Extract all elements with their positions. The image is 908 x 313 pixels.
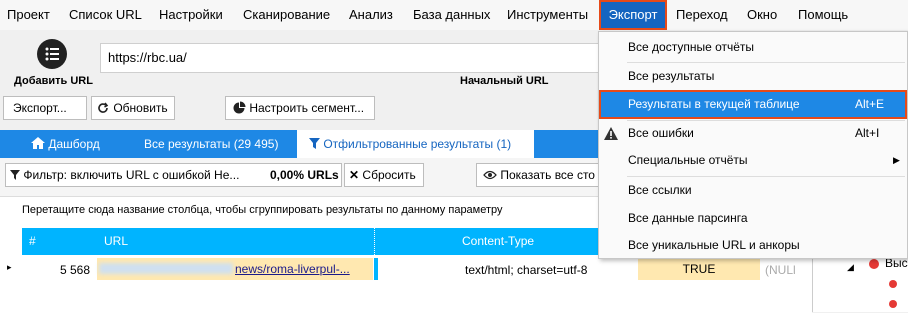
col-header-content-type[interactable]: Content-Type xyxy=(462,228,534,255)
eye-icon xyxy=(483,170,497,180)
filter-icon xyxy=(309,138,320,149)
grid-header: # URL Content-Type xyxy=(22,228,598,255)
menu-database[interactable]: База данных xyxy=(413,0,490,30)
menu-item-label: Все доступные отчёты xyxy=(628,40,755,54)
menu-item-label: Все ссылки xyxy=(628,183,692,197)
menu-item-all-links[interactable]: Все ссылки xyxy=(599,177,907,204)
reset-button[interactable]: ✕ Сбросить xyxy=(344,163,424,187)
menu-window[interactable]: Окно xyxy=(747,0,777,30)
start-url-input[interactable]: https://rbc.ua/ xyxy=(100,43,600,73)
error-dot-icon xyxy=(889,300,897,308)
export-menu: Все доступные отчёты Все результаты Резу… xyxy=(598,31,908,259)
filter-label: Фильтр: включить URL с ошибкой Не... xyxy=(23,168,240,182)
add-url-button[interactable] xyxy=(37,39,67,69)
filter-dropdown[interactable]: Фильтр: включить URL с ошибкой Не... 0,0… xyxy=(5,163,342,187)
refresh-button-label: Обновить xyxy=(113,101,168,115)
column-resize-handle[interactable] xyxy=(374,228,377,255)
menu-help[interactable]: Помощь xyxy=(798,0,848,30)
close-icon: ✕ xyxy=(349,168,360,182)
refresh-icon xyxy=(98,102,109,113)
menu-item-shortcut: Alt+E xyxy=(855,97,885,111)
menu-item-label: Все ошибки xyxy=(628,126,694,140)
col-header-num[interactable]: # xyxy=(29,228,36,255)
menu-item-current-table[interactable]: Результаты в текущей таблице Alt+E xyxy=(599,90,907,119)
tab-dashboard-label: Дашборд xyxy=(48,137,100,151)
tab-dashboard[interactable]: Дашборд xyxy=(31,130,100,158)
group-hint: Перетащите сюда название столбца, чтобы … xyxy=(22,204,503,216)
menu-item-all-errors[interactable]: Все ошибки Alt+I xyxy=(599,120,907,147)
url-link[interactable]: news/roma-liverpul-... xyxy=(235,262,350,276)
menu-item-label: Все результаты xyxy=(628,69,715,83)
submenu-arrow-icon: ▶ xyxy=(893,155,900,165)
blurred-url-prefix xyxy=(99,263,233,274)
pie-chart-icon xyxy=(233,101,246,114)
tree-collapse-icon[interactable]: ◢ xyxy=(847,262,854,273)
col-header-url[interactable]: URL xyxy=(104,228,128,255)
menu-settings[interactable]: Настройки xyxy=(159,0,223,30)
show-all-columns-button[interactable]: Показать все сто xyxy=(476,163,600,187)
export-button[interactable]: Экспорт... xyxy=(3,96,87,120)
configure-segment-button[interactable]: Настроить сегмент... xyxy=(225,96,375,120)
menu-item-all-parsing-data[interactable]: Все данные парсинга xyxy=(599,205,907,232)
menu-item-label: Результаты в текущей таблице xyxy=(628,97,800,111)
menu-item-label: Все уникальные URL и анкоры xyxy=(628,238,800,252)
menu-item-label: Все данные парсинга xyxy=(628,211,748,225)
menu-analysis[interactable]: Анализ xyxy=(349,0,393,30)
refresh-button[interactable]: Обновить xyxy=(91,96,175,120)
list-icon xyxy=(45,47,59,61)
export-button-label: Экспорт... xyxy=(13,101,67,115)
error-dot-icon xyxy=(869,259,879,269)
show-all-label: Показать все сто xyxy=(500,168,595,182)
menu-navigate[interactable]: Переход xyxy=(676,0,728,30)
reset-button-label: Сбросить xyxy=(362,168,416,182)
menubar: Проект Список URL Настройки Сканирование… xyxy=(0,0,908,30)
warning-icon xyxy=(604,127,618,140)
filter-icon xyxy=(10,170,20,180)
menu-scan[interactable]: Сканирование xyxy=(243,0,330,30)
home-icon xyxy=(31,137,45,149)
row-indicator-icon: ▸ xyxy=(7,262,12,272)
flag-cell: TRUE xyxy=(638,258,760,280)
menu-item-all-results[interactable]: Все результаты xyxy=(599,63,907,90)
row-number: 5 568 xyxy=(60,263,91,277)
tab-filtered-label: Отфильтрованные результаты (1) xyxy=(323,137,512,151)
menu-item-unique-urls-anchors[interactable]: Все уникальные URL и анкоры xyxy=(599,232,907,259)
menu-tools[interactable]: Инструменты xyxy=(507,0,588,30)
menu-project[interactable]: Проект xyxy=(7,0,50,30)
configure-segment-label: Настроить сегмент... xyxy=(249,101,365,115)
menu-item-special-reports[interactable]: Специальные отчёты ▶ xyxy=(599,147,907,174)
filter-percent: 0,00% URLs xyxy=(270,168,339,182)
url-cell[interactable]: news/roma-liverpul-... xyxy=(97,258,373,280)
tab-all-results[interactable]: Все результаты (29 495) xyxy=(144,130,278,158)
error-dot-icon xyxy=(889,280,897,288)
menu-url-list[interactable]: Список URL xyxy=(69,0,142,30)
start-url-label: Начальный URL xyxy=(460,75,549,87)
tab-filtered-results[interactable]: Отфильтрованные результаты (1) xyxy=(297,130,534,158)
menu-item-all-reports[interactable]: Все доступные отчёты xyxy=(599,34,907,61)
content-type-cell: text/html; charset=utf-8 xyxy=(465,263,588,277)
menu-item-shortcut: Alt+I xyxy=(855,126,880,140)
tab-bar: Дашборд Все результаты (29 495) Отфильтр… xyxy=(0,130,600,158)
null-cell: (NULl xyxy=(765,263,796,277)
menu-export[interactable]: Экспорт xyxy=(599,0,667,30)
add-url-label: Добавить URL xyxy=(14,75,93,87)
menu-item-label: Специальные отчёты xyxy=(628,153,748,167)
url-cell-border xyxy=(374,258,378,280)
